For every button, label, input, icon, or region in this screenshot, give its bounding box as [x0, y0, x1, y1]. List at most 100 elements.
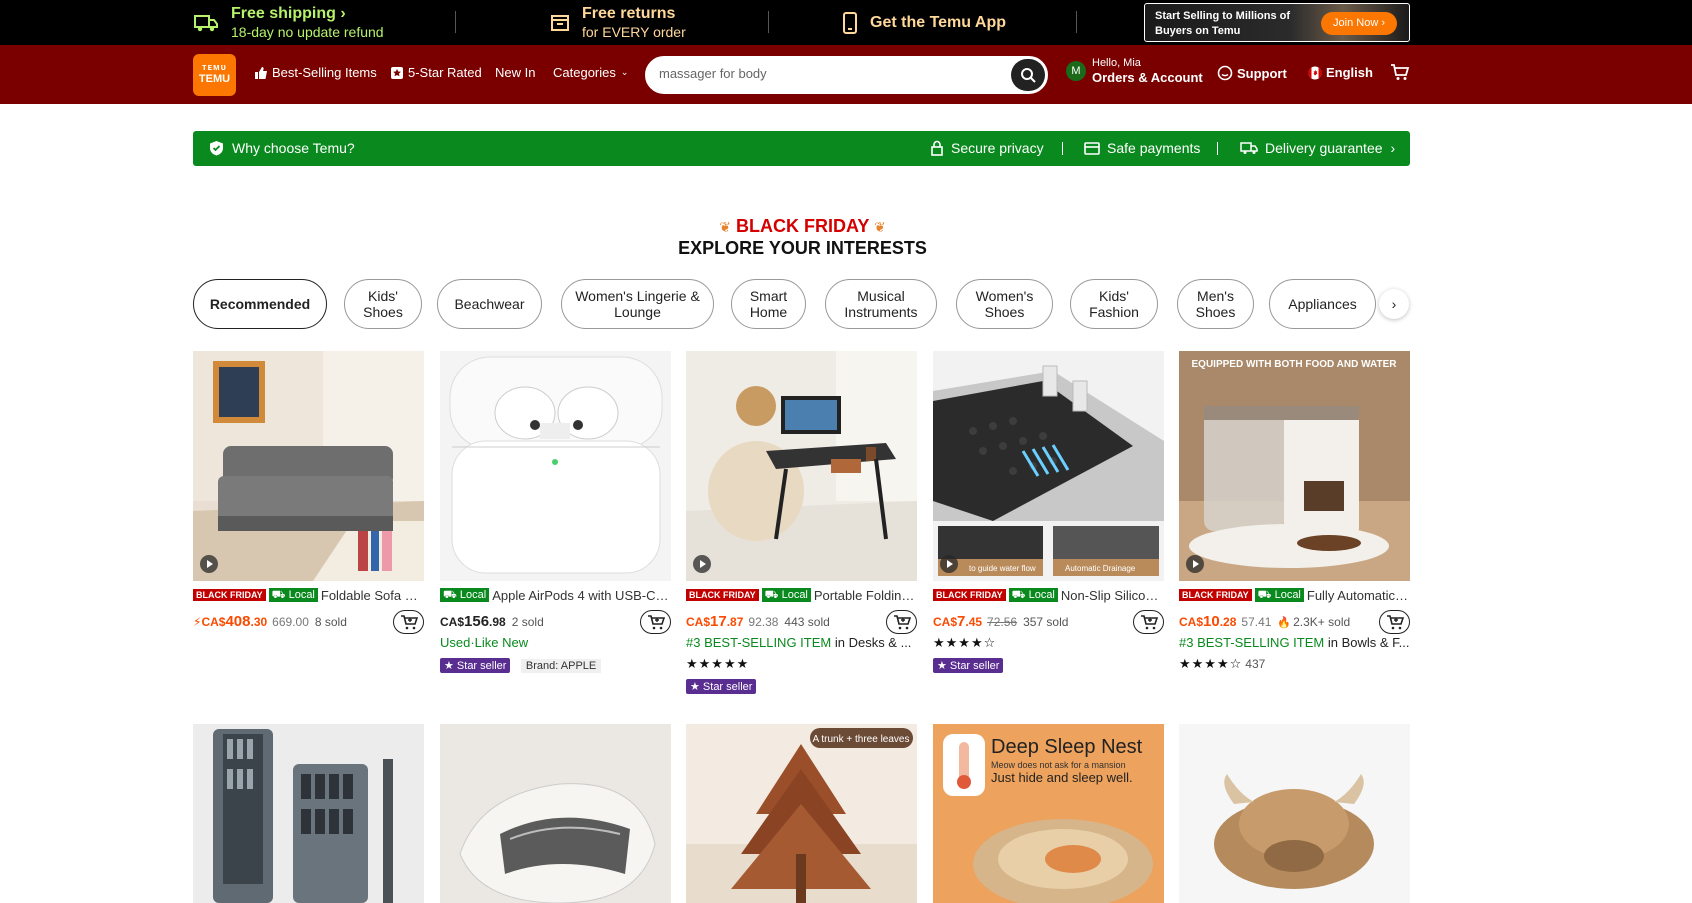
categories-menu[interactable]: Categories ⌄	[553, 65, 628, 80]
cart-plus-icon	[1140, 614, 1158, 629]
new-in-link[interactable]: New In	[495, 65, 535, 80]
product-title[interactable]: Non-Slip Silicone ...	[1061, 588, 1164, 603]
five-star-link[interactable]: 5-Star Rated	[390, 65, 482, 80]
star-rating: ★★★★☆ 437	[1179, 656, 1266, 671]
product-title[interactable]: Fully Automatic 2...	[1307, 588, 1410, 603]
pill-smart-home[interactable]: Smart Home	[731, 279, 806, 329]
credit-card-icon	[1084, 141, 1100, 155]
product-image[interactable]	[686, 351, 917, 581]
product-card[interactable]	[193, 724, 424, 903]
start-selling-banner[interactable]: Start Selling to Millions of Buyers on T…	[1144, 3, 1410, 42]
condition-label: Used·Like New	[440, 635, 529, 650]
cart-plus-icon	[1386, 614, 1404, 629]
avatar: M	[1066, 61, 1086, 81]
search-input[interactable]	[659, 66, 989, 81]
pill-womens-lingerie[interactable]: Women's Lingerie & Lounge	[561, 279, 714, 329]
brand-badge: Brand: APPLE	[520, 659, 602, 673]
leaf-right-icon: ❦	[874, 219, 886, 235]
truck-icon	[194, 14, 218, 31]
play-video-icon[interactable]	[693, 555, 711, 573]
search-button[interactable]	[1011, 59, 1045, 91]
product-image[interactable]: EQUIPPED WITH BOTH FOOD AND WATER	[1179, 351, 1410, 581]
pill-appliances[interactable]: Appliances	[1269, 279, 1376, 329]
promo-divider	[768, 11, 769, 33]
why-divider	[1217, 142, 1218, 155]
star-seller-badge: ★ Star seller	[440, 658, 511, 673]
star-badge-icon	[391, 66, 403, 79]
pills-next-button[interactable]: ›	[1379, 289, 1409, 319]
lock-icon	[931, 140, 943, 156]
language-label: English	[1326, 65, 1373, 80]
product-image[interactable]: to guide water flow Automatic Drainage	[933, 351, 1164, 581]
account-menu[interactable]: M Hello, Mia Orders & Account	[1066, 57, 1203, 85]
product-title[interactable]: Portable Folding ...	[814, 588, 917, 603]
orders-account-label: Orders & Account	[1092, 70, 1203, 85]
product-card[interactable]: Deep Sleep Nest Meow does not ask for a …	[933, 724, 1164, 903]
returns-title: Free returns	[582, 4, 676, 22]
play-video-icon[interactable]	[940, 555, 958, 573]
product-title[interactable]: Foldable Sofa Bed...	[321, 588, 424, 603]
why-choose-bar[interactable]: Why choose Temu? Secure privacy Safe pay…	[193, 131, 1410, 166]
sold-count: 8 sold	[314, 615, 347, 629]
leaf-left-icon: ❦	[719, 219, 731, 235]
add-to-cart-button[interactable]	[1379, 610, 1410, 634]
pill-recommended[interactable]: Recommended	[193, 279, 327, 329]
pill-beachwear[interactable]: Beachwear	[437, 279, 542, 329]
add-to-cart-button[interactable]	[640, 610, 671, 634]
returns-subtitle: for EVERY order	[582, 23, 686, 40]
sold-count: 2 sold	[511, 615, 544, 629]
support-link[interactable]: Support	[1217, 65, 1287, 81]
language-selector[interactable]: English	[1308, 65, 1373, 80]
add-to-cart-button[interactable]	[886, 610, 917, 634]
return-box-icon	[551, 14, 569, 31]
product-card[interactable]: A trunk + three leaves	[686, 724, 917, 903]
product-price: CA$10.28	[1179, 613, 1237, 630]
play-video-icon[interactable]	[1186, 555, 1204, 573]
safe-payments-label: Safe payments	[1107, 140, 1201, 156]
product-price: CA$7.45	[933, 613, 983, 630]
free-returns-promo[interactable]: Free returns for EVERY order	[550, 0, 686, 45]
play-video-icon[interactable]	[200, 555, 218, 573]
why-divider	[1062, 142, 1063, 155]
best-selling-label: Best-Selling Items	[272, 65, 377, 80]
product-image[interactable]	[193, 351, 424, 581]
sold-count: 357 sold	[1023, 615, 1069, 629]
join-now-button[interactable]: Join Now ›	[1321, 12, 1397, 35]
promo-divider	[1076, 11, 1077, 33]
support-icon	[1217, 65, 1233, 81]
pill-musical-instruments[interactable]: Musical Instruments	[825, 279, 937, 329]
pet-bed-image: Deep Sleep Nest Meow does not ask for a …	[933, 724, 1164, 903]
best-selling-link[interactable]: Best-Selling Items	[254, 65, 377, 80]
free-shipping-promo[interactable]: Free shipping › 18-day no update refund	[193, 0, 384, 45]
product-card[interactable]	[440, 724, 671, 903]
cart-button[interactable]	[1390, 63, 1410, 81]
best-selling-rank[interactable]: #3 BEST-SELLING ITEM in Desks & ...	[686, 635, 917, 650]
shipping-title: Free shipping	[231, 4, 336, 22]
add-to-cart-button[interactable]	[393, 610, 424, 634]
new-in-label: New In	[495, 65, 536, 80]
pill-womens-shoes[interactable]: Women's Shoes	[956, 279, 1053, 329]
pill-mens-shoes[interactable]: Men's Shoes	[1177, 279, 1254, 329]
pill-kids-shoes[interactable]: Kids' Shoes	[344, 279, 422, 329]
greeting: Hello, Mia	[1092, 57, 1141, 69]
get-app-promo[interactable]: Get the Temu App	[842, 0, 1006, 45]
chevron-right-icon: ›	[1391, 296, 1397, 312]
explore-interests-heading: EXPLORE YOUR INTERESTS	[678, 238, 927, 258]
add-to-cart-button[interactable]	[1133, 610, 1164, 634]
chevron-right-icon: ›	[1390, 140, 1396, 156]
local-tag: ⛟ Local	[761, 588, 811, 602]
black-friday-tag: BLACK FRIDAY	[933, 589, 1006, 601]
best-selling-rank[interactable]: #3 BEST-SELLING ITEM in Bowls & F...	[1179, 635, 1410, 650]
chevron-down-icon: ⌄	[620, 67, 629, 77]
sold-count: 2.3K+ sold	[1293, 615, 1351, 629]
star-rating: ★★★★☆	[933, 635, 997, 650]
review-count: 437	[1245, 657, 1266, 671]
product-title[interactable]: Apple AirPods 4 with USB-C C...	[492, 588, 671, 603]
temu-logo[interactable]: ᴛᴇᴍᴜ TEMU	[193, 54, 236, 96]
screwdriver-set-image	[193, 724, 424, 903]
product-image[interactable]	[440, 351, 671, 581]
categories-label: Categories	[553, 65, 616, 80]
product-card[interactable]	[1179, 724, 1410, 903]
image-subline: Meow does not ask for a mansion	[991, 760, 1126, 770]
pill-kids-fashion[interactable]: Kids' Fashion	[1070, 279, 1158, 329]
